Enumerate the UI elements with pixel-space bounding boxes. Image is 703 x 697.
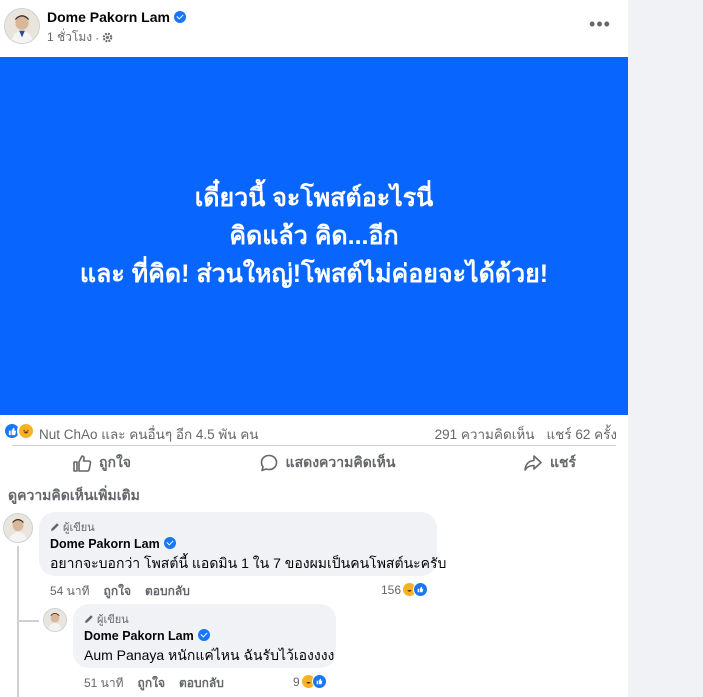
thumbs-up-icon: [73, 454, 92, 472]
stats-counts: 291 ความคิดเห็น แชร์ 62 ครั้ง: [435, 423, 617, 445]
author-avatar[interactable]: [4, 8, 40, 44]
comment-avatar[interactable]: [3, 513, 33, 543]
comment-button-label: แสดงความคิดเห็น: [285, 453, 396, 470]
post-meta: 1 ชั่วโมง ·: [47, 28, 113, 47]
post-actions: ถูกใจ แสดงความคิดเห็น แชร์: [12, 445, 616, 475]
author-badge-label: ผู้เขียน: [63, 522, 95, 534]
post-stats: Nut ChAo และ คนอื่นๆ อีก 4.5 พัน คน 291 …: [0, 415, 628, 445]
shares-count-link[interactable]: แชร์ 62 ครั้ง: [546, 423, 617, 445]
reply-author-text[interactable]: Dome Pakorn Lam: [84, 629, 194, 643]
comment-actions: 54 นาที ถูกใจ ตอบกลับ: [50, 582, 190, 601]
verified-badge-icon: [163, 537, 176, 549]
like-reaction-icon: [311, 674, 327, 689]
pencil-icon: [85, 615, 93, 623]
comment-bubble-icon: [260, 454, 277, 471]
haha-reaction-icon: [17, 422, 35, 440]
reply-reaction-count: 9: [293, 674, 300, 689]
share-arrow-icon: [524, 454, 542, 471]
author-badge: ผู้เขียน: [50, 518, 95, 536]
banner-line-3: และ ที่คิด! ส่วนใหญ่!โพสต์ไม่ค่อยจะได้ด้…: [79, 260, 549, 288]
author-badge-label: ผู้เขียน: [97, 614, 129, 626]
comment-author-text[interactable]: Dome Pakorn Lam: [50, 537, 160, 551]
comment-like-button[interactable]: ถูกใจ: [104, 582, 131, 601]
audience-gear-icon[interactable]: [102, 32, 113, 43]
post-author-text[interactable]: Dome Pakorn Lam: [47, 9, 170, 25]
verified-badge-icon: [197, 629, 210, 641]
share-button-label: แชร์: [549, 453, 576, 470]
comment-text: อยากจะบอกว่า โพสต์นี้ แอดมิน 1 ใน 7 ของผ…: [50, 555, 447, 571]
post-author-name[interactable]: Dome Pakorn Lam: [47, 9, 186, 25]
reply-avatar[interactable]: [43, 608, 67, 632]
pencil-icon: [51, 523, 59, 531]
reaction-icons[interactable]: [3, 422, 35, 440]
post-time[interactable]: 1 ชั่วโมง: [47, 28, 92, 47]
view-more-comments-link[interactable]: ดูความคิดเห็นเพิ่มเติม: [8, 485, 140, 507]
author-badge: ผู้เขียน: [84, 610, 129, 628]
more-options-icon[interactable]: •••: [588, 12, 612, 36]
comment-author-name[interactable]: Dome Pakorn Lam: [50, 537, 176, 551]
commenter-avatar-image: [4, 514, 32, 542]
reply-actions: 51 นาที ถูกใจ ตอบกลับ: [84, 674, 224, 693]
reply-reactions[interactable]: 9: [293, 674, 327, 689]
reply-reply-button[interactable]: ตอบกลับ: [179, 674, 224, 693]
comment-button[interactable]: แสดงความคิดเห็น: [259, 446, 396, 475]
comment-reactions[interactable]: 156: [381, 582, 429, 597]
reply-author-name[interactable]: Dome Pakorn Lam: [84, 629, 210, 643]
comment-reaction-count: 156: [381, 582, 402, 597]
replier-avatar-image: [44, 609, 66, 631]
meta-separator: ·: [95, 30, 100, 45]
reply-like-button[interactable]: ถูกใจ: [138, 674, 165, 693]
comment-time[interactable]: 54 นาที: [50, 582, 90, 601]
reply-time[interactable]: 51 นาที: [84, 674, 124, 693]
banner-line-2: คิดแล้ว คิด...อีก: [229, 222, 399, 250]
reactions-summary[interactable]: Nut ChAo และ คนอื่นๆ อีก 4.5 พัน คน: [39, 423, 259, 445]
like-reaction-icon: [413, 582, 429, 597]
comment-reply-button[interactable]: ตอบกลับ: [145, 582, 190, 601]
verified-badge-icon: [173, 11, 186, 23]
like-button[interactable]: ถูกใจ: [72, 446, 131, 475]
post-header: Dome Pakorn Lam 1 ชั่วโมง · •••: [0, 0, 628, 57]
post-text-banner: เดี๋ยวนี้ จะโพสต์อะไรนี่ คิดแล้ว คิด...อ…: [0, 57, 628, 415]
banner-line-1: เดี๋ยวนี้ จะโพสต์อะไรนี่: [194, 184, 434, 212]
post-card: Dome Pakorn Lam 1 ชั่วโมง · ••• เดี๋ยวนี…: [0, 0, 628, 697]
thread-connector: [17, 620, 39, 622]
share-button[interactable]: แชร์: [523, 446, 576, 475]
like-button-label: ถูกใจ: [99, 453, 131, 470]
comments-count-link[interactable]: 291 ความคิดเห็น: [435, 423, 535, 445]
avatar-image: [5, 9, 39, 43]
reply-text: Aum Panaya หนักแค่ไหน ฉันรับไว้เองงงง: [84, 647, 335, 663]
